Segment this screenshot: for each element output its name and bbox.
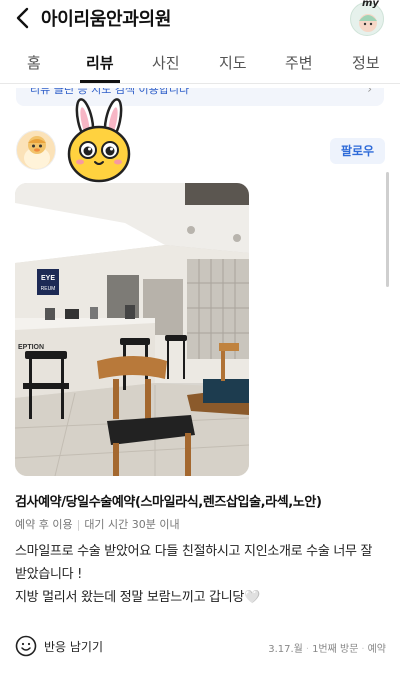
active-tab-indicator [80, 80, 120, 83]
meta-wait-time: 대기 시간 30분 이내 [84, 518, 180, 531]
visit-type-title: 검사예약/당일수술예약(스마일라식,렌즈삽입술,라섹,노안) [15, 495, 322, 510]
rabbit-sticker-icon [67, 98, 131, 183]
sign-eye: EYE [41, 275, 55, 282]
meta-divider: | [76, 518, 81, 531]
top-header: 아이리움안과의원 my [0, 0, 400, 40]
reviewer-avatar[interactable] [16, 130, 56, 170]
review-photo[interactable]: EYE REUM EPTION [15, 183, 249, 476]
sign-reum: REUM [41, 286, 56, 292]
tab-home[interactable]: 홈 [27, 52, 41, 73]
review-line: 받았습니다 ! [15, 567, 83, 582]
clinic-interior-photo: EYE REUM EPTION [15, 183, 249, 476]
tab-bar: 홈 리뷰 사진 지도 주변 정보 [0, 44, 400, 84]
tab-map[interactable]: 지도 [219, 52, 247, 73]
review-footer-meta: 3.17.월 · 1번째 방문 · 예약 [268, 644, 386, 655]
my-badge: my [362, 0, 379, 9]
review-line: 스마일프로 수술 받았어요 다들 친절하시고 지인소개로 수술 너무 잘 [15, 544, 373, 559]
visit-count: 1번째 방문 [312, 644, 359, 655]
scrollbar[interactable] [386, 172, 389, 287]
chevron-right-icon: › [367, 88, 372, 96]
visit-kind: 예약 [367, 644, 386, 655]
visit-meta: 예약 후 이용 | 대기 시간 30분 이내 [15, 516, 180, 532]
reception-sign: EPTION [18, 344, 44, 351]
tab-nearby[interactable]: 주변 [285, 52, 313, 73]
tab-photos[interactable]: 사진 [152, 52, 180, 73]
back-arrow-icon[interactable] [12, 6, 34, 30]
page-title: 아이리움안과의원 [41, 9, 172, 30]
follow-button[interactable]: 팔로우 [330, 138, 385, 164]
tab-info[interactable]: 정보 [352, 52, 380, 73]
review-body[interactable]: 스마일프로 수술 받았어요 다들 친절하시고 지인소개로 수술 너무 잘 받았습… [15, 540, 391, 609]
reaction-label: 반응 남기기 [44, 639, 104, 654]
review-line: 지방 멀리서 왔는데 정말 보람느끼고 갑니당🤍 [15, 590, 260, 605]
leave-reaction-button[interactable]: 반응 남기기 [15, 634, 103, 658]
tab-reviews[interactable]: 리뷰 [86, 52, 114, 73]
meta-usage-type: 예약 후 이용 [15, 518, 73, 531]
smiley-icon [15, 635, 37, 657]
reviewer-avatar-icon [17, 131, 55, 169]
review-date: 3.17.월 [268, 644, 303, 655]
